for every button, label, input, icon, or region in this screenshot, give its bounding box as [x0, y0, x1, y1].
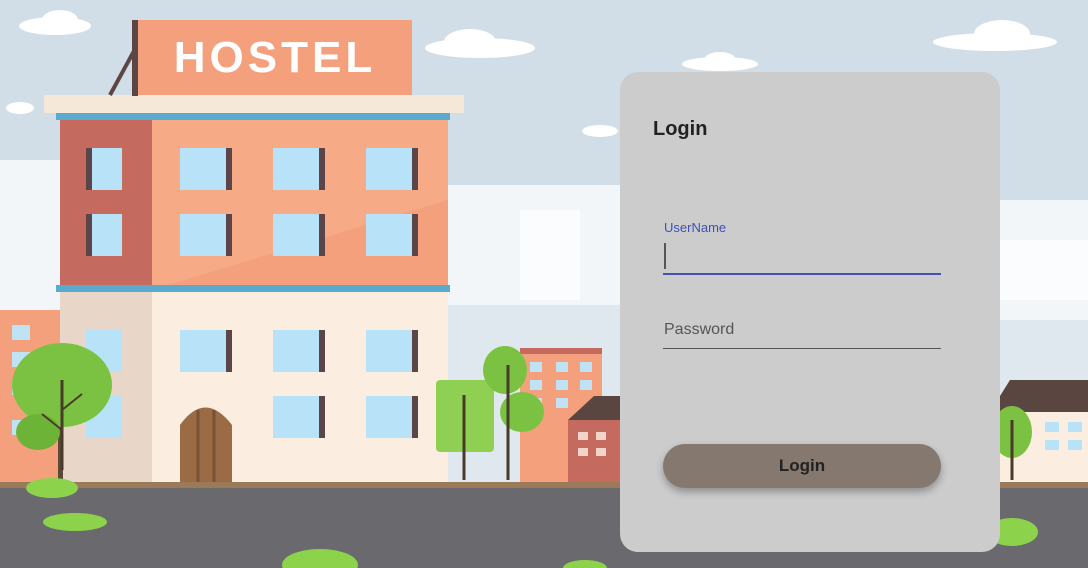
hostel-sign-text: HOSTEL — [174, 33, 376, 82]
password-field[interactable] — [663, 312, 941, 349]
password-underline — [663, 348, 941, 349]
username-input[interactable] — [663, 243, 941, 271]
login-card: Login UserName Login — [620, 72, 1000, 552]
password-input[interactable] — [663, 316, 941, 344]
username-field[interactable]: UserName — [663, 218, 941, 275]
username-underline — [663, 273, 941, 275]
text-caret — [664, 243, 666, 269]
login-button[interactable]: Login — [663, 444, 941, 488]
login-title: Login — [653, 118, 708, 140]
hostel-door — [180, 407, 232, 485]
username-label: UserName — [664, 220, 727, 235]
